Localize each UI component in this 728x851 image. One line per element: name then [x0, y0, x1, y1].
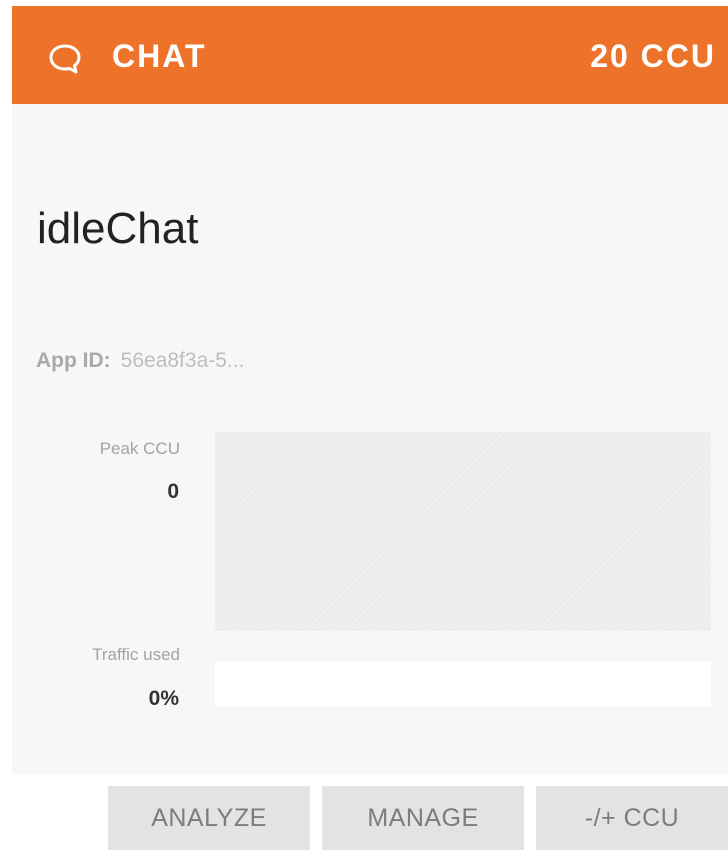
app-id-value: 56ea8f3a-5...	[120, 349, 245, 372]
analyze-button[interactable]: ANALYZE	[108, 786, 310, 850]
ccu-plan-label: 20 CCU	[590, 38, 716, 74]
traffic-used-value: 0%	[148, 687, 179, 710]
peak-ccu-graph	[215, 432, 711, 631]
product-type-label: CHAT	[112, 38, 207, 74]
card-header: CHAT 20 CCU	[12, 6, 728, 104]
app-card: CHAT 20 CCU idleChat App ID: 56ea8f3a-5..…	[12, 6, 728, 774]
chat-bubble-icon	[49, 44, 81, 74]
peak-ccu-value: 0	[167, 480, 179, 503]
app-id-row: App ID: 56ea8f3a-5...	[36, 346, 244, 376]
app-name: idleChat	[37, 204, 199, 253]
traffic-usage-bar	[215, 661, 711, 707]
traffic-used-label: Traffic used	[92, 645, 180, 664]
peak-ccu-label: Peak CCU	[99, 439, 180, 458]
manage-button[interactable]: MANAGE	[322, 786, 524, 850]
app-id-label: App ID:	[36, 349, 111, 372]
adjust-ccu-button[interactable]: -/+ CCU	[536, 786, 728, 850]
